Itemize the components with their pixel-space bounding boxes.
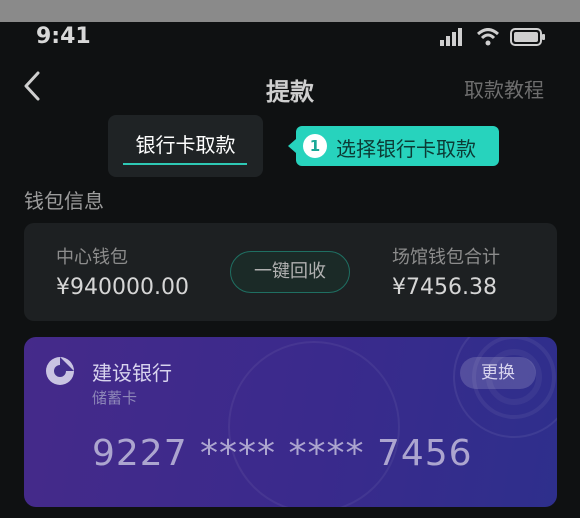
tab-bank-card-withdraw[interactable]: 银行卡取款 bbox=[108, 115, 263, 177]
tab-active-indicator bbox=[123, 163, 247, 165]
wallet-info-panel: 中心钱包 ¥940000.00 一键回收 场馆钱包合计 ¥7456.38 bbox=[24, 223, 557, 321]
one-click-recycle-button[interactable]: 一键回收 bbox=[230, 251, 350, 293]
bank-card[interactable]: 建设银行 储蓄卡 更换 9227 **** **** 7456 bbox=[24, 337, 557, 507]
card-type: 储蓄卡 bbox=[92, 389, 138, 407]
battery-icon bbox=[510, 28, 545, 46]
tooltip-text: 选择银行卡取款 bbox=[336, 137, 476, 161]
venue-wallet-label: 场馆钱包合计 bbox=[392, 247, 500, 268]
wifi-icon bbox=[476, 28, 500, 46]
bank-name: 建设银行 bbox=[92, 361, 172, 385]
top-strip bbox=[0, 0, 580, 22]
card-number: 9227 **** **** 7456 bbox=[92, 433, 473, 474]
tutorial-link[interactable]: 取款教程 bbox=[464, 74, 544, 103]
status-bar: 9:41 bbox=[0, 22, 580, 52]
ccb-logo-icon bbox=[46, 357, 74, 385]
change-card-button[interactable]: 更换 bbox=[460, 357, 536, 389]
guide-tooltip: 1 选择银行卡取款 bbox=[288, 126, 499, 166]
center-wallet-amount: ¥940000.00 bbox=[56, 275, 189, 300]
status-icons bbox=[440, 28, 546, 46]
status-time: 9:41 bbox=[36, 24, 91, 49]
signal-icon bbox=[440, 28, 462, 46]
venue-wallet-amount: ¥7456.38 bbox=[392, 275, 497, 300]
tab-label: 银行卡取款 bbox=[135, 133, 236, 157]
nav-bar: 提款 取款教程 bbox=[0, 62, 580, 112]
center-wallet-label: 中心钱包 bbox=[56, 247, 128, 268]
wallet-section-title: 钱包信息 bbox=[24, 189, 104, 213]
step-number-badge: 1 bbox=[303, 134, 327, 158]
